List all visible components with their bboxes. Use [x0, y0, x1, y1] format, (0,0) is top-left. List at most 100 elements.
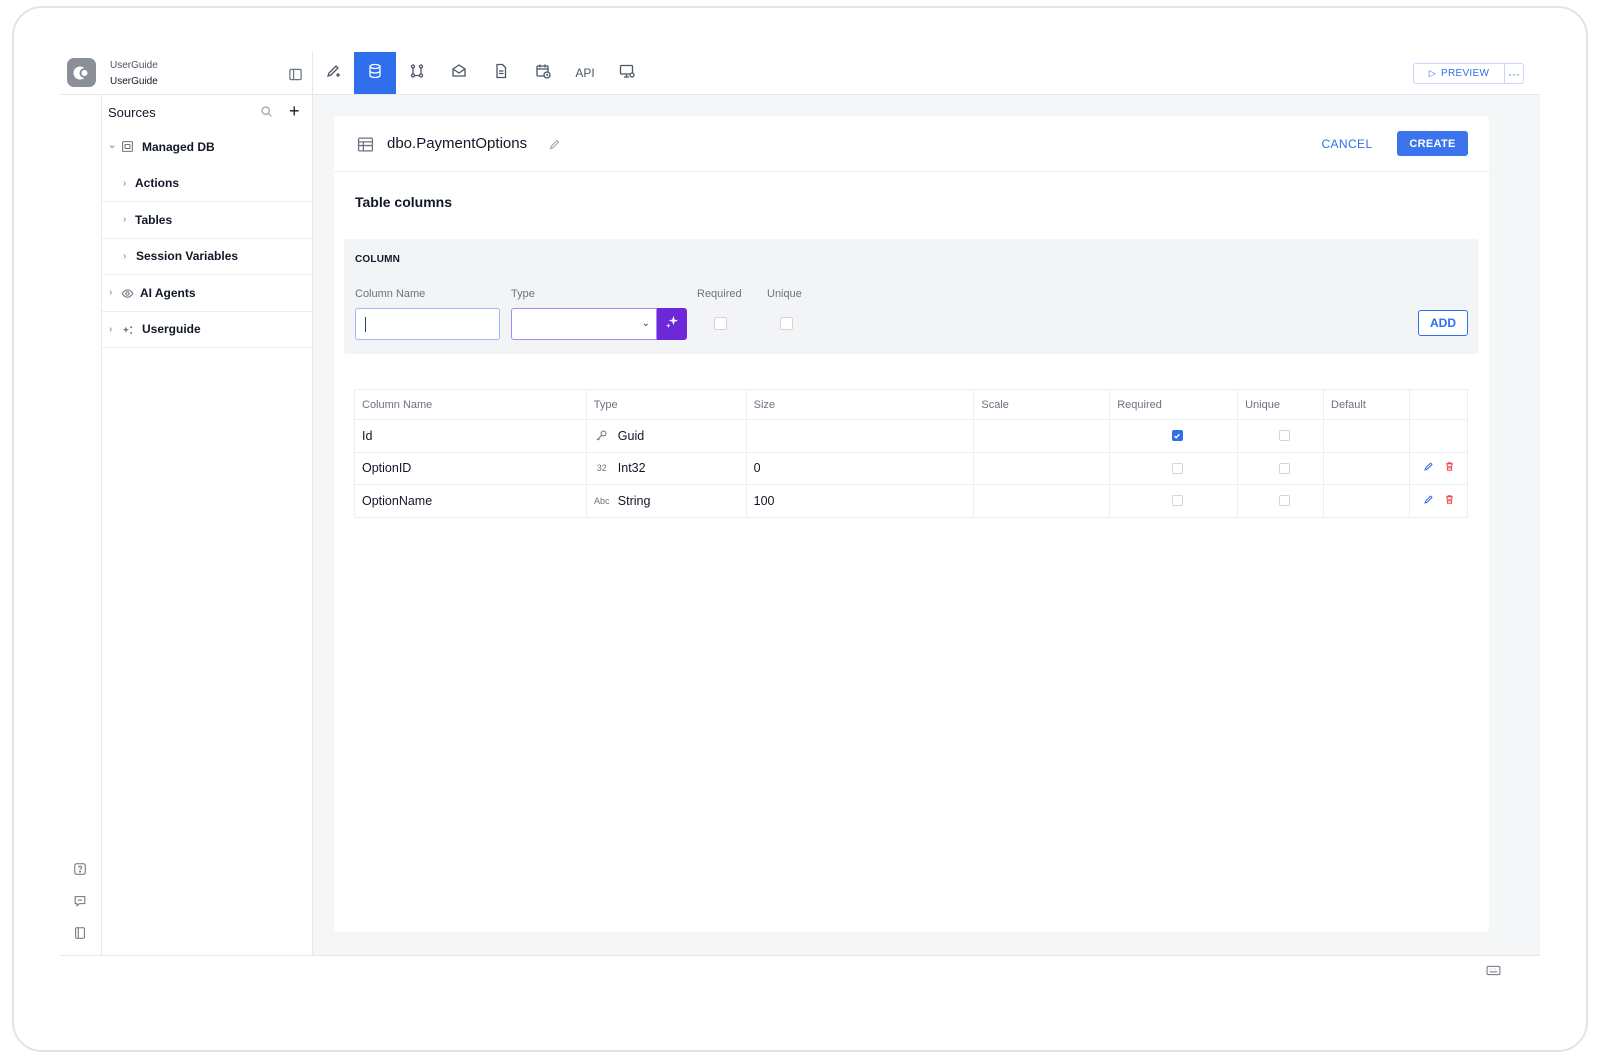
collapse-sidebar-icon[interactable]	[287, 66, 303, 82]
cell-type: Abc String	[585, 484, 747, 518]
add-source-icon[interactable]: +	[289, 102, 300, 120]
sidebar-item-session-variables[interactable]: › Session Variables	[102, 239, 312, 275]
cancel-button[interactable]: CANCEL	[1314, 133, 1380, 155]
tab-api[interactable]: API	[564, 52, 606, 94]
play-icon: ▷	[1428, 68, 1436, 78]
workflow-icon	[409, 63, 425, 84]
int32-type-icon: 32	[596, 463, 607, 474]
header-column-name[interactable]: Column Name	[354, 389, 587, 420]
sidebar-item-label: Session Variables	[136, 249, 239, 264]
cell-name: OptionName	[354, 484, 587, 518]
text-caret	[365, 317, 366, 332]
database-icon	[367, 63, 383, 84]
keyboard-icon[interactable]	[1485, 964, 1501, 976]
chevron-right-icon: ›	[109, 323, 113, 335]
unique-checkbox[interactable]	[1278, 495, 1290, 507]
sidebar-item-ai-agents[interactable]: › AI Agents	[102, 275, 312, 312]
table-row[interactable]: OptionName Abc String 100	[354, 484, 1469, 518]
cell-type-label: String	[617, 493, 651, 508]
cell-scale	[973, 451, 1111, 485]
main-area: dbo.PaymentOptions CANCEL CREATE Table c…	[313, 95, 1540, 955]
sidebar-item-userguide[interactable]: › Userguide	[102, 312, 312, 348]
table-icon	[356, 135, 374, 153]
unique-checkbox[interactable]	[1278, 430, 1290, 442]
cell-type-label: Int32	[617, 461, 646, 476]
header-unique[interactable]: Unique	[1237, 389, 1325, 420]
tab-schedules[interactable]	[522, 52, 564, 94]
preview-button[interactable]: ▷ PREVIEW	[1413, 63, 1505, 84]
cell-actions	[1408, 451, 1469, 485]
cell-default	[1323, 451, 1410, 485]
edit-name-icon[interactable]	[547, 137, 561, 151]
table-name: dbo.PaymentOptions	[387, 135, 528, 152]
calendar-clock-icon	[535, 63, 551, 84]
tab-workflows[interactable]	[396, 52, 438, 94]
cell-type: 32 Int32	[585, 451, 747, 485]
header-default[interactable]: Default	[1323, 389, 1410, 420]
create-button[interactable]: CREATE	[1397, 131, 1468, 156]
header-scale[interactable]: Scale	[973, 389, 1111, 420]
required-checkbox[interactable]	[1171, 495, 1183, 507]
section-title: Table columns	[355, 194, 452, 210]
edit-icon[interactable]	[1423, 461, 1434, 475]
chevron-right-icon: ›	[109, 287, 113, 299]
table-editor-card: dbo.PaymentOptions CANCEL CREATE Table c…	[334, 116, 1489, 932]
cell-scale	[973, 484, 1111, 518]
table-row[interactable]: Id Guid	[354, 419, 1469, 453]
ai-suggest-button[interactable]	[657, 308, 687, 340]
column-name-label: Column Name	[355, 288, 426, 300]
tab-data-sources[interactable]	[354, 52, 396, 94]
cell-name: Id	[354, 419, 587, 453]
tab-api-label: API	[575, 66, 595, 80]
add-column-button[interactable]: ADD	[1418, 310, 1468, 336]
search-icon[interactable]	[260, 105, 273, 121]
chevron-right-icon: ›	[123, 214, 127, 226]
cell-size: 100	[745, 484, 975, 518]
cell-actions	[1408, 419, 1469, 453]
header-required[interactable]: Required	[1109, 389, 1239, 420]
sidebar-item-managed-db[interactable]: ⌄ Managed DB	[102, 129, 312, 166]
left-rail	[60, 95, 102, 955]
tab-settings[interactable]	[606, 52, 648, 94]
document-icon	[493, 63, 509, 84]
required-label: Required	[697, 288, 742, 300]
header-type[interactable]: Type	[585, 389, 747, 420]
project-switcher[interactable]: UserGuide UserGuide	[110, 58, 158, 90]
cell-size	[745, 419, 975, 453]
tab-documents[interactable]	[480, 52, 522, 94]
delete-icon[interactable]	[1444, 494, 1455, 508]
app-logo[interactable]	[67, 58, 96, 87]
required-checkbox[interactable]	[1171, 462, 1183, 474]
more-options-button[interactable]: ···	[1504, 63, 1524, 84]
unique-label: Unique	[767, 288, 802, 300]
cell-required	[1109, 451, 1239, 485]
org-name: UserGuide	[110, 60, 158, 71]
chat-icon[interactable]	[72, 893, 88, 909]
cell-actions	[1408, 484, 1469, 518]
table-row[interactable]: OptionID 32 Int32 0	[354, 451, 1469, 485]
tab-emails[interactable]	[438, 52, 480, 94]
preview-label: PREVIEW	[1441, 68, 1490, 79]
sidebar-item-label: AI Agents	[140, 285, 196, 300]
required-checkbox[interactable]	[714, 317, 727, 330]
book-icon[interactable]	[72, 925, 88, 941]
header-size[interactable]: Size	[745, 389, 975, 420]
cell-type-label: Guid	[617, 428, 645, 443]
sidebar-item-tables[interactable]: › Tables	[102, 202, 312, 239]
string-type-icon: Abc	[594, 495, 610, 506]
cell-required	[1109, 419, 1239, 453]
type-select[interactable]: ⌄	[511, 308, 657, 340]
columns-table: Column Name Type Size Scale Required Uni…	[354, 389, 1469, 518]
required-checked-checkbox[interactable]	[1171, 430, 1183, 442]
cell-unique	[1237, 451, 1325, 485]
help-icon[interactable]	[72, 861, 88, 877]
sources-sidebar: Sources + ⌄ Managed DB › Actions › Table…	[102, 95, 313, 955]
delete-icon[interactable]	[1444, 461, 1455, 475]
edit-icon[interactable]	[1423, 494, 1434, 508]
column-name-input[interactable]	[355, 308, 500, 340]
tab-ui-designer[interactable]	[312, 52, 354, 94]
unique-checkbox[interactable]	[1278, 462, 1290, 474]
new-column-panel: COLUMN Column Name Type Required Unique …	[344, 239, 1479, 354]
unique-checkbox[interactable]	[780, 317, 793, 330]
sidebar-item-actions[interactable]: › Actions	[102, 166, 312, 202]
